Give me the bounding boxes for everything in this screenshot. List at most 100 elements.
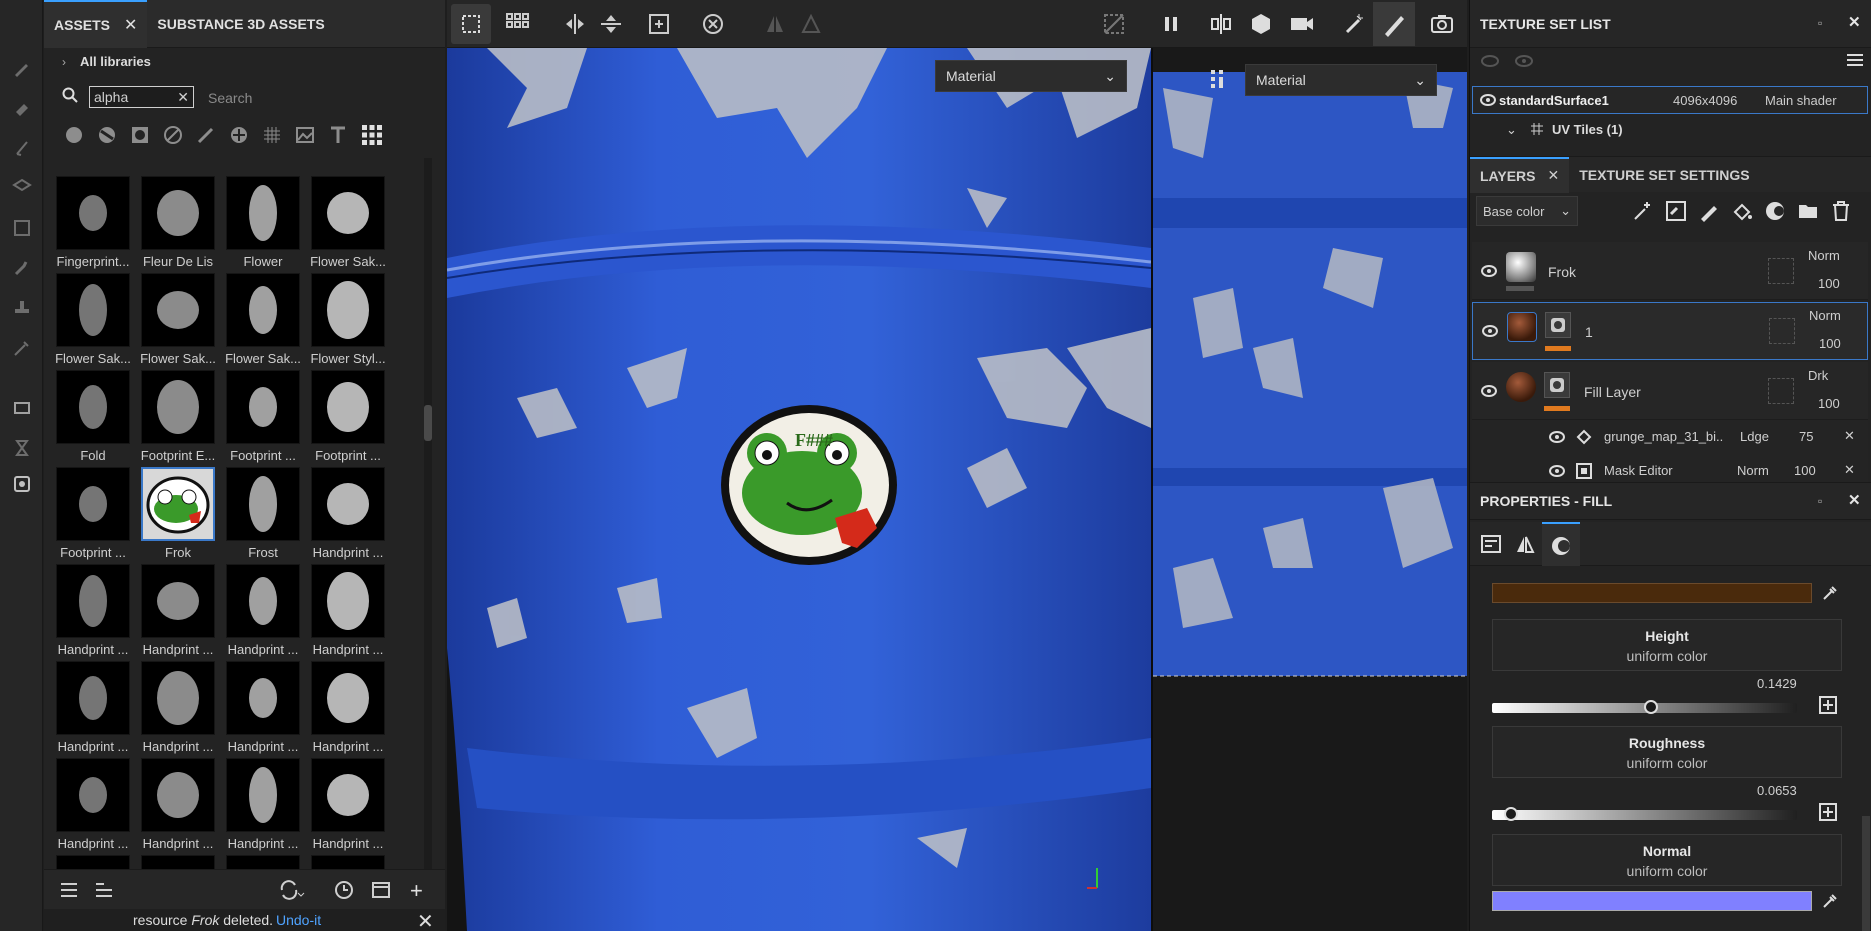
asset-thumbnail[interactable] (141, 467, 215, 541)
add-icon[interactable]: + (410, 878, 423, 904)
close-icon[interactable]: ✕ (417, 909, 434, 931)
asset-thumbnail[interactable] (56, 467, 130, 541)
eye-icon[interactable] (1479, 93, 1497, 107)
asset-thumbnail[interactable] (141, 855, 215, 869)
effect-blend[interactable]: Ldge (1740, 429, 1769, 444)
projection-mirror-icon[interactable] (1514, 534, 1536, 554)
height-channel[interactable]: Height uniform color (1492, 619, 1842, 671)
asset-thumbnail[interactable] (56, 273, 130, 347)
selection-mode-button[interactable] (451, 4, 491, 44)
layer-row[interactable]: Fill Layer Drk 100 (1472, 362, 1868, 420)
asset-thumbnail[interactable] (311, 661, 385, 735)
asset-thumbnail[interactable] (56, 564, 130, 638)
asset-thumbnail[interactable] (311, 176, 385, 250)
grid-view-icon[interactable] (505, 12, 529, 36)
list-view-icon[interactable] (59, 881, 79, 899)
selection-icon[interactable] (12, 218, 32, 238)
asset-thumbnail[interactable] (311, 758, 385, 832)
randomize-icon[interactable] (1819, 803, 1837, 821)
add-paint-layer-icon[interactable] (1698, 200, 1720, 222)
symmetry-y-icon[interactable] (599, 12, 623, 36)
viewport-3d-mode-select[interactable]: Material ⌄ (935, 60, 1127, 92)
close-icon[interactable]: ✕ (1844, 428, 1855, 444)
tab-layers[interactable]: LAYERS ✕ (1470, 156, 1570, 193)
effect-opacity[interactable]: 100 (1794, 463, 1816, 478)
tab-assets[interactable]: ASSETS ✕ (44, 0, 148, 48)
assets-scrollbar[interactable] (424, 158, 432, 869)
add-folder-icon[interactable] (94, 881, 114, 899)
slider-knob[interactable] (1503, 807, 1518, 821)
eraser-icon[interactable] (12, 98, 32, 118)
hourglass-icon[interactable] (12, 438, 32, 458)
close-icon[interactable]: ✕ (177, 87, 189, 107)
undo-link[interactable]: Undo-it (276, 912, 321, 928)
asset-thumbnail[interactable] (141, 370, 215, 444)
effect-blend[interactable]: Norm (1737, 463, 1769, 478)
asset-thumbnail[interactable] (226, 176, 300, 250)
asset-thumbnail[interactable] (56, 176, 130, 250)
opacity-value[interactable]: 100 (1819, 336, 1841, 351)
asset-thumbnail[interactable] (141, 661, 215, 735)
fill-settings-icon[interactable] (1480, 534, 1502, 554)
eyedropper-icon[interactable] (1822, 893, 1838, 909)
delete-layer-icon[interactable] (1830, 200, 1852, 222)
bake-wand-icon[interactable] (1343, 12, 1367, 36)
asset-thumbnail[interactable] (311, 273, 385, 347)
channel-select[interactable]: Base color ⌄ (1476, 196, 1578, 226)
image-filter-icon[interactable] (295, 125, 315, 145)
frame-add-icon[interactable] (647, 12, 671, 36)
refresh-icon[interactable] (278, 879, 306, 901)
slider-knob[interactable] (1644, 700, 1659, 714)
blend-mode[interactable]: Norm (1808, 248, 1840, 263)
layer-name[interactable]: Fill Layer (1584, 384, 1641, 400)
height-value[interactable]: 0.1429 (1757, 676, 1797, 691)
asset-thumbnail[interactable] (311, 467, 385, 541)
brush-filter-icon[interactable] (196, 125, 216, 145)
close-icon[interactable]: ✕ (124, 15, 137, 35)
asset-thumbnail[interactable] (311, 370, 385, 444)
asset-thumbnail[interactable] (226, 661, 300, 735)
asset-thumbnail[interactable] (226, 467, 300, 541)
asset-thumbnail[interactable] (226, 564, 300, 638)
layer-name[interactable]: Frok (1548, 264, 1576, 280)
asset-thumbnail[interactable] (226, 758, 300, 832)
frog-sticker[interactable]: F### (721, 405, 897, 565)
roughness-slider[interactable] (1492, 807, 1797, 821)
eye-icon[interactable] (1548, 430, 1566, 444)
normal-color-swatch[interactable] (1492, 891, 1812, 911)
smart-material-filter-icon[interactable] (97, 125, 117, 145)
mask-filter-icon[interactable] (130, 125, 150, 145)
normal-channel[interactable]: Normal uniform color (1492, 834, 1842, 886)
close-icon[interactable]: ✕ (1848, 13, 1861, 31)
paint-brush-icon[interactable] (12, 58, 32, 78)
info-icon[interactable] (1209, 68, 1231, 90)
blend-mode[interactable]: Drk (1808, 368, 1828, 383)
texture-set-row[interactable]: standardSurface1 4096x4096 Main shader (1472, 86, 1868, 114)
opacity-value[interactable]: 100 (1818, 396, 1840, 411)
viewport[interactable]: F### Material ⌄ Material ⌄ (447, 48, 1467, 931)
color-picker-icon[interactable] (12, 338, 32, 358)
effect-opacity[interactable]: 75 (1799, 429, 1813, 444)
asset-thumbnail[interactable] (141, 758, 215, 832)
add-smart-material-icon[interactable] (1764, 200, 1786, 222)
properties-scrollbar[interactable] (1862, 816, 1870, 931)
asset-thumbnail[interactable] (56, 661, 130, 735)
asset-thumbnail[interactable] (226, 273, 300, 347)
menu-icon[interactable] (1846, 52, 1864, 68)
2d-view[interactable] (1153, 48, 1467, 931)
viewport-2d-mode-select[interactable]: Material ⌄ (1245, 64, 1437, 96)
asset-thumbnail[interactable] (141, 564, 215, 638)
roughness-value[interactable]: 0.0653 (1757, 783, 1797, 798)
add-mask-icon[interactable] (1665, 200, 1687, 222)
clone-stamp-icon[interactable] (12, 298, 32, 318)
layer-row[interactable]: 1 Norm 100 (1472, 302, 1868, 360)
asset-thumbnail[interactable] (56, 758, 130, 832)
add-effect-icon[interactable] (1632, 200, 1654, 222)
height-slider[interactable] (1492, 700, 1797, 714)
undock-icon[interactable]: ▫ (1818, 494, 1822, 508)
layer-name[interactable]: 1 (1585, 324, 1593, 340)
asset-thumbnail[interactable] (311, 564, 385, 638)
tab-texture-set-settings[interactable]: TEXTURE SET SETTINGS (1569, 167, 1759, 183)
eye-icon[interactable] (1480, 264, 1498, 278)
breadcrumb[interactable]: › All libraries (62, 54, 151, 69)
